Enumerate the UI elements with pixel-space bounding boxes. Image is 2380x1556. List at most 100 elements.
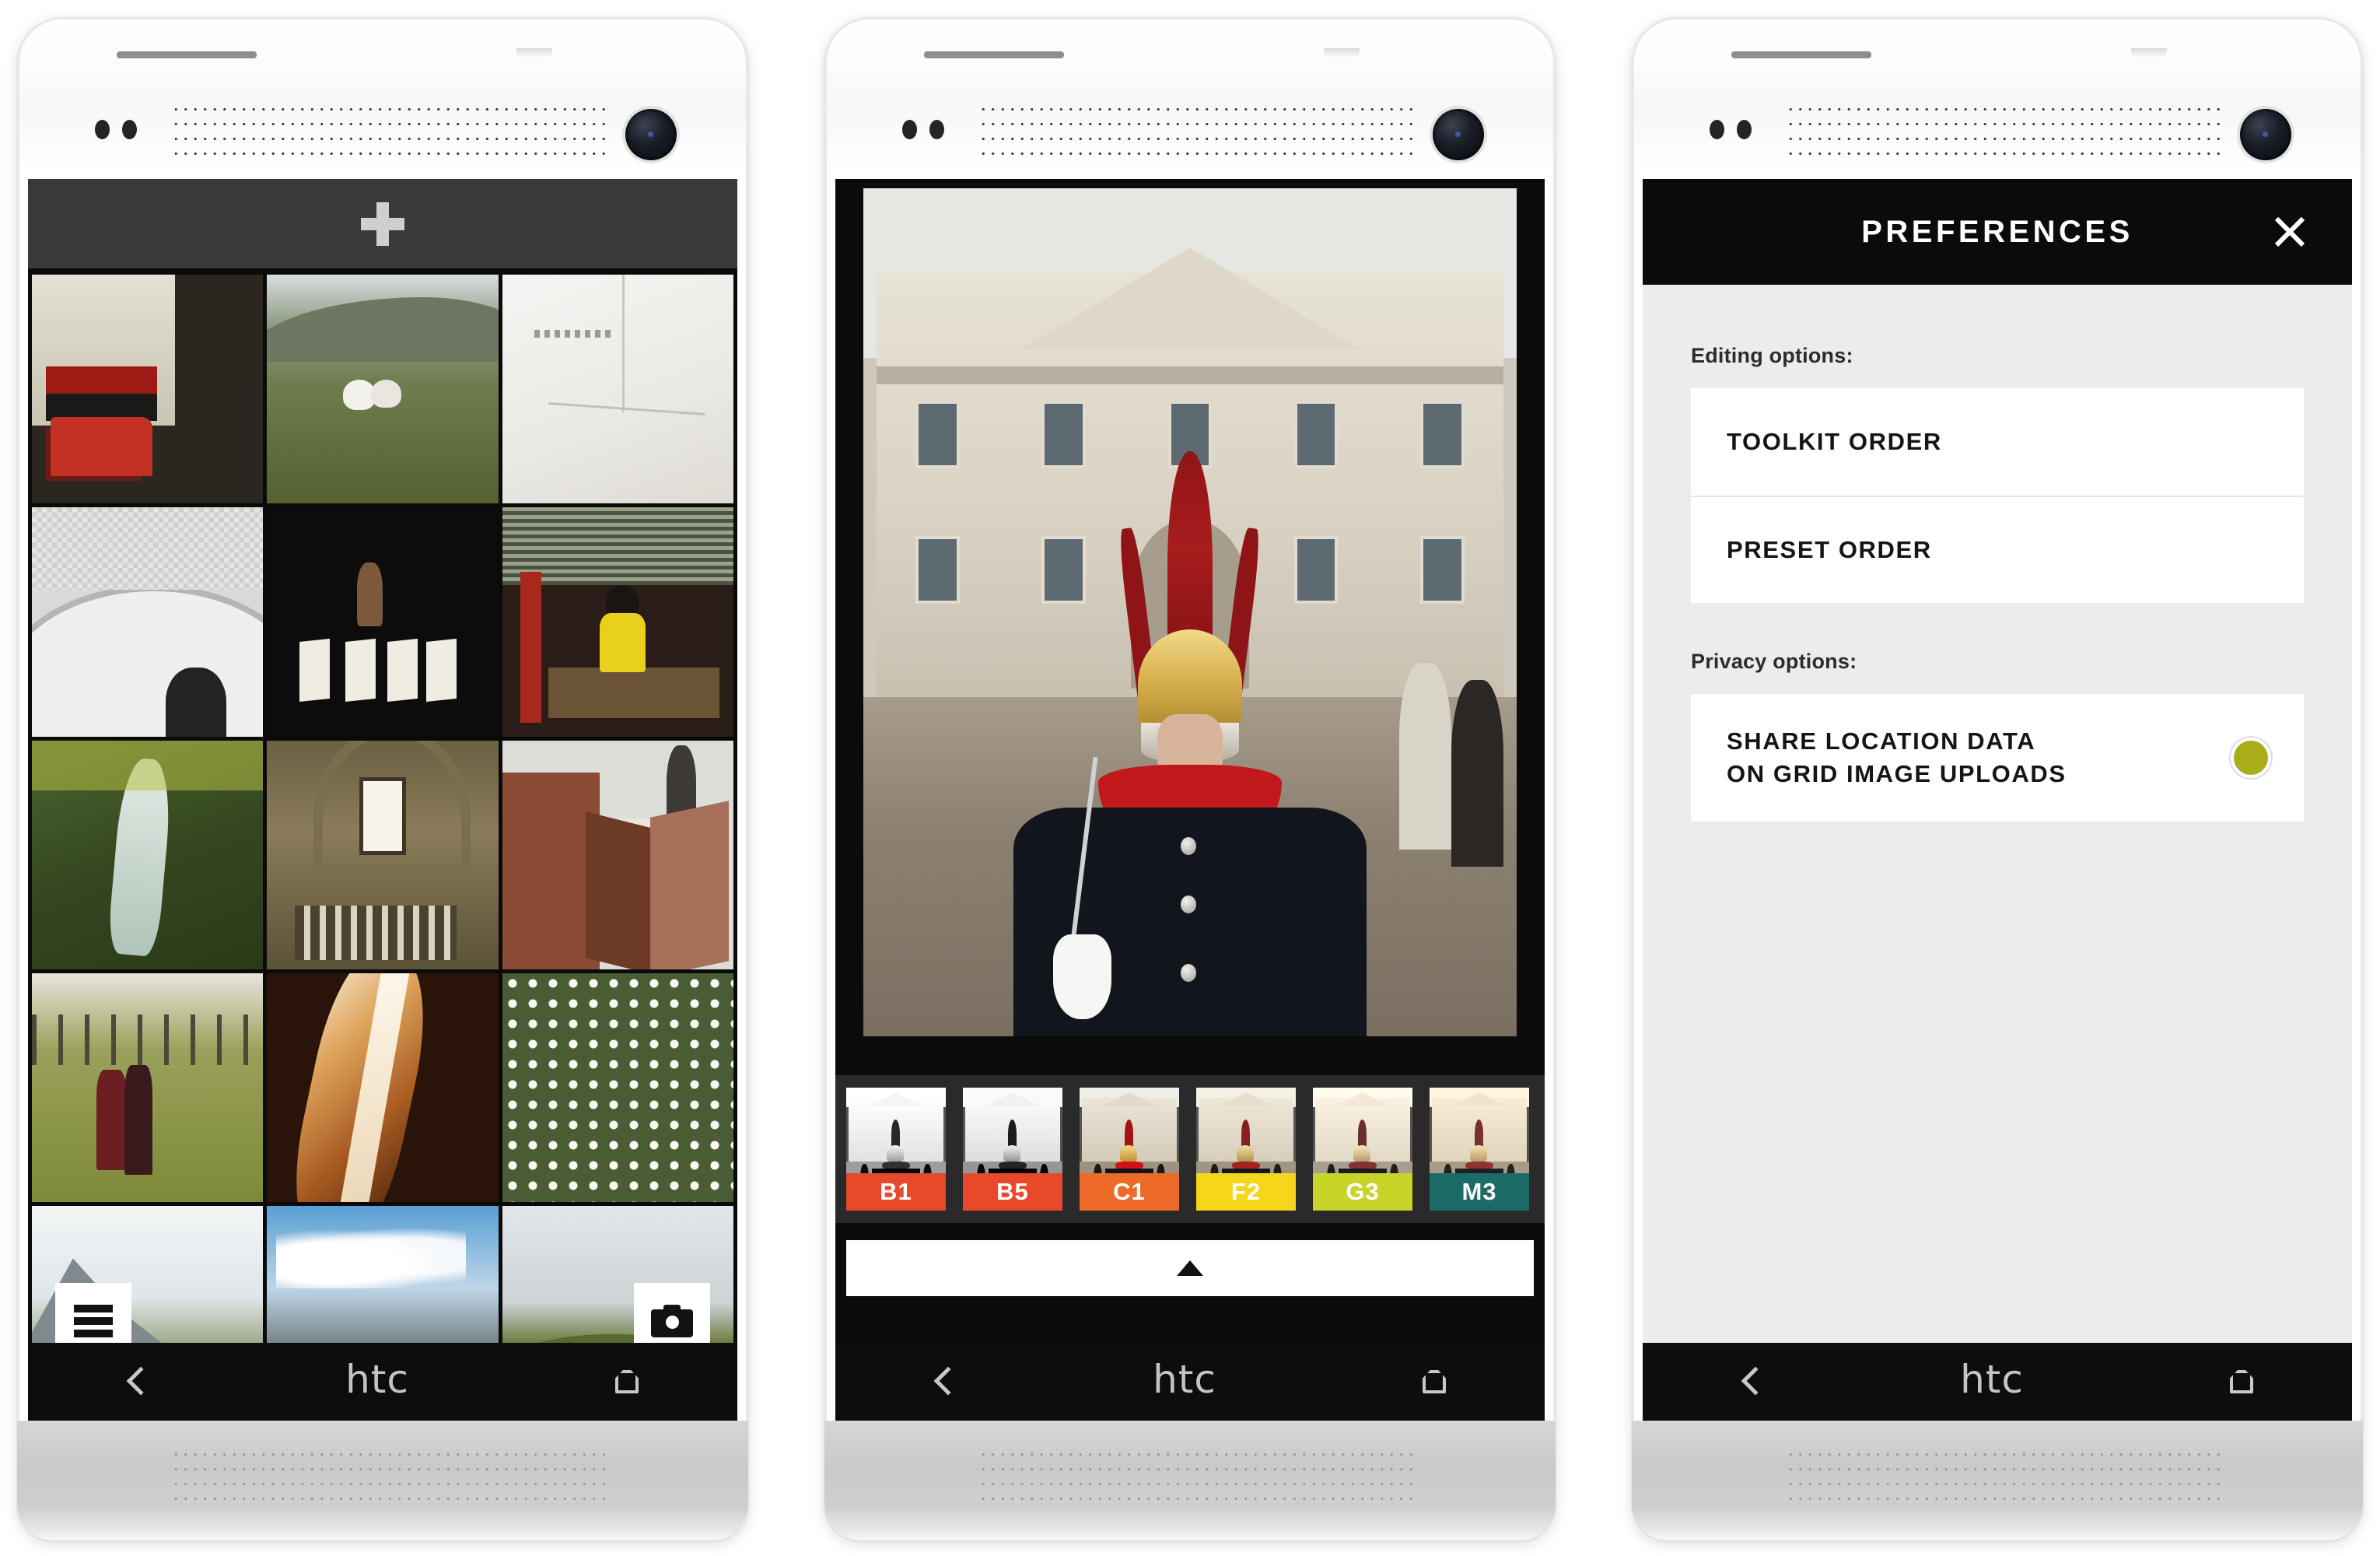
phone-photo: B1 B5 C1 F2 G3 M3 htc — [824, 17, 1556, 1540]
pref-row-toolkit-order[interactable]: TOOLKIT ORDER — [1691, 388, 2304, 496]
htc-logo: htc — [1153, 1357, 1216, 1402]
guard-photo-art — [863, 188, 1517, 1036]
grid-thumbnail[interactable] — [502, 1206, 733, 1343]
htc-nav-bar: htc — [835, 1343, 1545, 1421]
grid-thumbnail[interactable] — [502, 507, 733, 737]
pref-row-label-line1: SHARE LOCATION DATA — [1727, 727, 2036, 755]
camera-button[interactable] — [634, 1282, 710, 1343]
preferences-header: PREFERENCES — [1643, 179, 2352, 285]
phone-preferences: PREFERENCES Editing options: TOOLKIT ORD… — [1632, 17, 2363, 1540]
grid-thumbnail[interactable] — [502, 740, 733, 970]
group-label-editing: Editing options: — [1691, 344, 1853, 367]
bottom-speaker-grille — [1786, 1447, 2221, 1506]
chevron-left-icon[interactable] — [1742, 1365, 1759, 1398]
chevron-left-icon[interactable] — [935, 1365, 952, 1398]
photo-editor: B1 B5 C1 F2 G3 M3 — [835, 179, 1545, 1343]
filter-label: B5 — [963, 1173, 1062, 1211]
group-label-privacy: Privacy options: — [1691, 650, 1857, 673]
earpiece-speaker-grille — [1786, 102, 2221, 161]
screen-grid — [28, 179, 737, 1343]
filter-chip[interactable]: F2 — [1196, 1088, 1296, 1211]
grid-thumbnail[interactable] — [502, 275, 733, 504]
front-camera-icon — [2240, 109, 2291, 160]
close-icon[interactable] — [2271, 213, 2308, 251]
home-icon[interactable] — [610, 1367, 638, 1397]
filter-label: M3 — [1430, 1173, 1529, 1211]
top-bezel — [824, 62, 1556, 179]
sensor-dots — [1710, 120, 1752, 139]
phone-grid: htc — [17, 17, 748, 1540]
page-title: PREFERENCES — [1861, 214, 2133, 249]
bottom-speaker-grille — [171, 1447, 607, 1506]
grid-thumbnail[interactable] — [267, 973, 499, 1203]
home-icon[interactable] — [2224, 1367, 2252, 1397]
filter-chip[interactable]: B1 — [846, 1088, 946, 1211]
filter-label: F2 — [1196, 1173, 1296, 1211]
grid-thumbnail[interactable] — [32, 1206, 264, 1343]
filter-label: C1 — [1080, 1173, 1179, 1211]
grid-thumbnail[interactable] — [32, 973, 264, 1203]
preferences-panel: PREFERENCES Editing options: TOOLKIT ORD… — [1643, 179, 2352, 1343]
grid-thumbnail[interactable] — [267, 275, 499, 504]
phone-chin — [1632, 1421, 2363, 1540]
editing-options-card: TOOLKIT ORDER PRESET ORDER — [1691, 388, 2304, 603]
grid-thumbnail[interactable] — [502, 973, 733, 1203]
phone-chin — [824, 1421, 1556, 1540]
grid-thumbnail[interactable] — [32, 507, 264, 737]
pref-row-label: PRESET ORDER — [1727, 536, 1932, 563]
filter-chip[interactable]: B5 — [963, 1088, 1062, 1211]
screen-photo: B1 B5 C1 F2 G3 M3 — [835, 179, 1545, 1343]
sensor-dots — [902, 120, 944, 139]
pref-row-label-line2: ON GRID IMAGE UPLOADS — [1727, 760, 2067, 787]
antenna-slot — [924, 51, 1064, 58]
pref-row-label: TOOLKIT ORDER — [1727, 428, 1942, 455]
share-location-toggle[interactable] — [2234, 741, 2268, 775]
screenshot-stage: htc B1 B5 C1 F2 G3 M3 htc PREFERENCES Ed… — [0, 0, 2380, 1556]
camera-icon — [651, 1304, 693, 1337]
grid-topbar[interactable] — [28, 179, 737, 271]
filter-label: G3 — [1313, 1173, 1412, 1211]
grid-thumbnail[interactable] — [267, 1206, 499, 1343]
plus-icon[interactable] — [361, 202, 404, 246]
sensor-dots — [95, 120, 137, 139]
screen-preferences: PREFERENCES Editing options: TOOLKIT ORD… — [1643, 179, 2352, 1343]
filter-strip[interactable]: B1 B5 C1 F2 G3 M3 — [835, 1075, 1545, 1223]
privacy-options-card: SHARE LOCATION DATA ON GRID IMAGE UPLOADS — [1691, 694, 2304, 822]
top-dimple — [1324, 48, 1360, 58]
filter-chip[interactable]: C1 — [1080, 1088, 1179, 1211]
pref-row-share-location[interactable]: SHARE LOCATION DATA ON GRID IMAGE UPLOADS — [1691, 694, 2304, 822]
preferences-body: Editing options: TOOLKIT ORDER PRESET OR… — [1643, 285, 2352, 1343]
photo-grid — [28, 271, 737, 1343]
pref-row-label: SHARE LOCATION DATA ON GRID IMAGE UPLOADS — [1727, 725, 2067, 790]
grid-thumbnail[interactable] — [32, 275, 264, 504]
caret-up-icon — [1177, 1260, 1203, 1276]
top-dimple — [2131, 48, 2167, 58]
grid-thumbnail[interactable] — [32, 740, 264, 970]
bottom-speaker-grille — [978, 1447, 1414, 1506]
earpiece-speaker-grille — [171, 102, 607, 161]
antenna-slot — [117, 51, 257, 58]
grid-thumbnail[interactable] — [267, 740, 499, 970]
htc-nav-bar: htc — [28, 1343, 737, 1421]
chevron-left-icon[interactable] — [128, 1365, 145, 1398]
filter-chip[interactable]: M3 — [1430, 1088, 1529, 1211]
earpiece-speaker-grille — [978, 102, 1414, 161]
hamburger-icon — [74, 1304, 113, 1337]
top-bezel — [17, 62, 748, 179]
filter-label: B1 — [846, 1173, 946, 1211]
menu-button[interactable] — [55, 1282, 131, 1343]
front-camera-icon — [625, 109, 677, 160]
grid-thumbnail[interactable] — [267, 507, 499, 737]
htc-nav-bar: htc — [1643, 1343, 2352, 1421]
home-icon[interactable] — [1417, 1367, 1445, 1397]
front-camera-icon — [1433, 109, 1484, 160]
top-bezel — [1632, 62, 2363, 179]
top-dimple — [516, 48, 552, 58]
pref-row-preset-order[interactable]: PRESET ORDER — [1691, 496, 2304, 603]
antenna-slot — [1731, 51, 1871, 58]
expand-toolbar-button[interactable] — [846, 1240, 1534, 1296]
phone-chin — [17, 1421, 748, 1540]
filter-chip[interactable]: G3 — [1313, 1088, 1412, 1211]
hero-photo[interactable] — [863, 188, 1517, 1036]
htc-logo: htc — [1960, 1357, 2024, 1402]
